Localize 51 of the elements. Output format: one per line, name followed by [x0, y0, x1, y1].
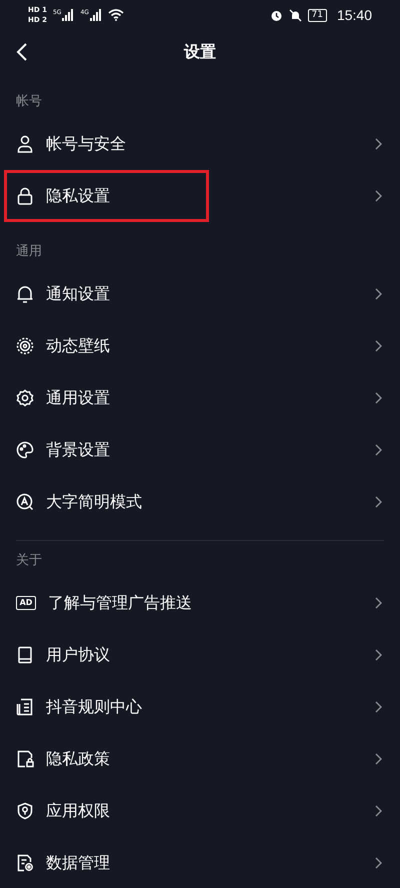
- chevron-icon: [375, 805, 382, 817]
- alarm-icon: [270, 8, 282, 22]
- bell-icon: [16, 285, 34, 303]
- lock-icon: [16, 187, 34, 205]
- menu-item[interactable]: 抖音规则中心: [0, 681, 400, 733]
- menu-item[interactable]: 通知设置: [0, 268, 400, 320]
- section-title: 关于: [15, 552, 43, 570]
- chevron-icon: [375, 392, 382, 404]
- chevron-icon: [375, 753, 382, 765]
- document-icon: [16, 698, 34, 716]
- section-title: 帐号: [15, 93, 43, 111]
- chevron-icon: [375, 190, 382, 202]
- person-icon: [16, 135, 34, 153]
- menu-item[interactable]: 数据管理: [0, 837, 400, 888]
- book-icon: [16, 646, 34, 664]
- back-icon[interactable]: [16, 43, 28, 61]
- ring-icon: [16, 337, 34, 355]
- shield-icon: [16, 802, 34, 820]
- ad-icon: AD: [16, 596, 36, 610]
- chevron-icon: [375, 857, 382, 869]
- chevron-icon: [375, 340, 382, 352]
- file-lock-icon: [16, 750, 34, 768]
- menu-item[interactable]: 帐号与安全: [0, 118, 400, 170]
- chevron-icon: [375, 597, 382, 609]
- muted-bell-icon: [288, 8, 302, 22]
- section-title: 通用: [15, 243, 43, 261]
- chevron-icon: [375, 701, 382, 713]
- menu-item[interactable]: 隐私政策: [0, 733, 400, 785]
- menu-item[interactable]: 动态壁纸: [0, 320, 400, 372]
- clock-time: 15:40: [336, 7, 372, 23]
- menu-item[interactable]: 用户协议: [0, 629, 400, 681]
- chevron-icon: [375, 649, 382, 661]
- menu-item[interactable]: 大字简明模式: [0, 476, 400, 528]
- signal-icon: [62, 9, 74, 21]
- menu-item[interactable]: AD 了解与管理广告推送: [0, 577, 400, 629]
- menu-item[interactable]: 隐私设置: [0, 170, 400, 222]
- signal-icon: [90, 9, 102, 21]
- chevron-icon: [375, 138, 382, 150]
- settings-icon: [16, 389, 34, 407]
- battery-icon: 71: [308, 8, 327, 22]
- palette-icon: [16, 441, 34, 459]
- file-gear-icon: [16, 854, 34, 872]
- menu-item[interactable]: 应用权限: [0, 785, 400, 837]
- chevron-icon: [375, 444, 382, 456]
- chevron-icon: [375, 288, 382, 300]
- letter-magnifier-icon: [16, 493, 34, 511]
- menu-item[interactable]: 通用设置: [0, 372, 400, 424]
- page-title: 设置: [184, 42, 216, 62]
- wifi-icon: [108, 9, 124, 21]
- menu-item[interactable]: 背景设置: [0, 424, 400, 476]
- chevron-icon: [375, 496, 382, 508]
